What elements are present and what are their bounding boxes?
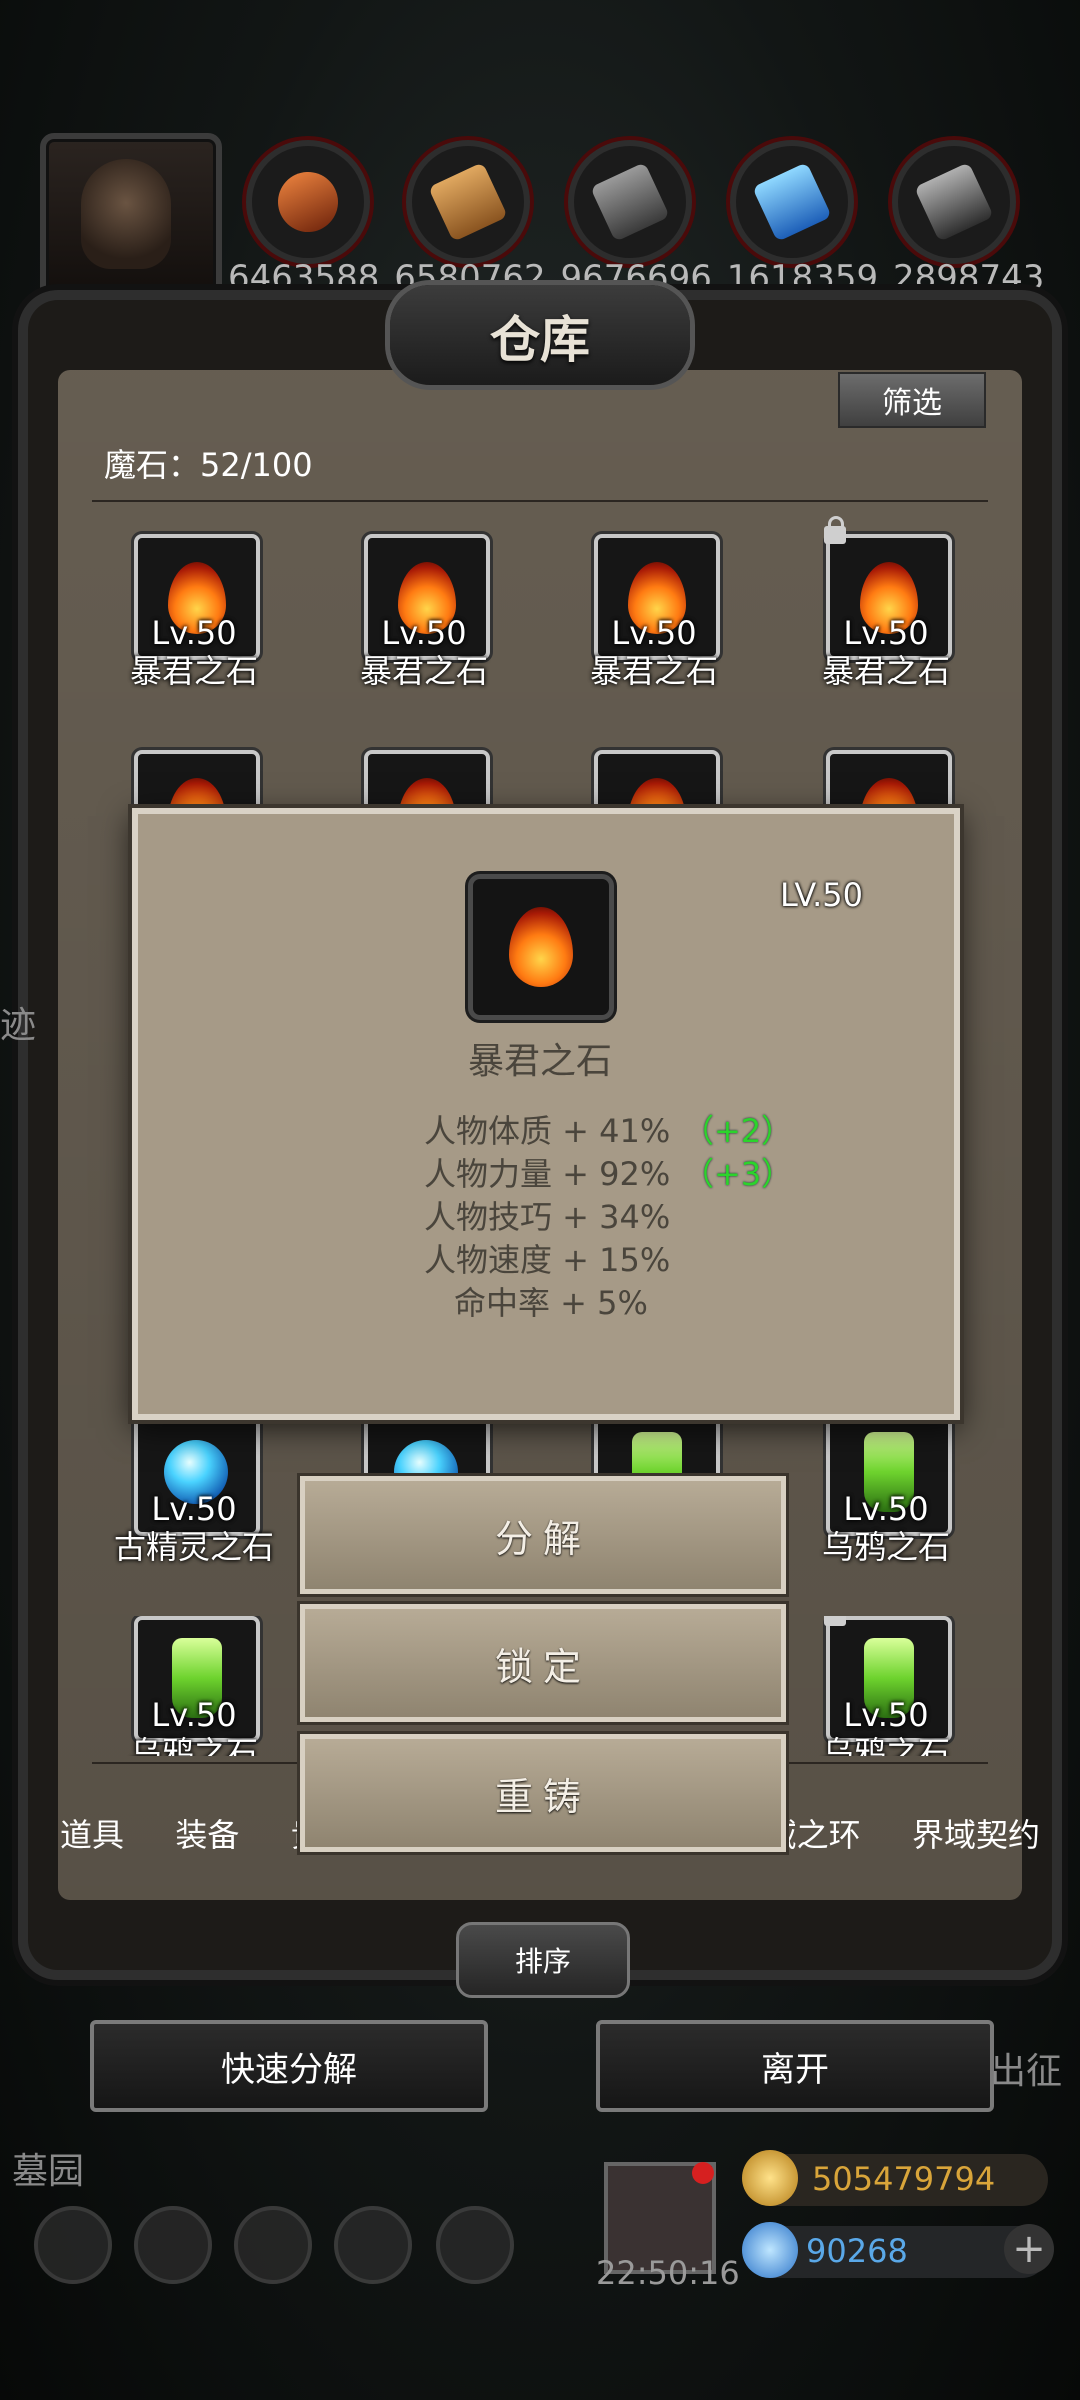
reforge-button[interactable]: 重铸 — [300, 1734, 786, 1852]
crystal-icon[interactable] — [730, 140, 854, 264]
avatar-face — [81, 159, 171, 269]
item-name: 古精灵之石 — [113, 1528, 274, 1566]
mail-icon[interactable] — [334, 2206, 412, 2284]
lock-button[interactable]: 锁定 — [300, 1604, 786, 1722]
inventory-item[interactable]: Lv.50 乌鸦之石 — [74, 1616, 314, 1756]
item-name: 暴君之石 — [589, 652, 718, 690]
inventory-item[interactable]: Lv.50 古精灵之石 — [74, 1410, 314, 1570]
add-icon[interactable]: + — [1004, 2224, 1054, 2274]
stat-bonus: （+2） — [682, 1112, 794, 1150]
leave-button[interactable]: 离开 — [596, 2020, 994, 2112]
item-name: 乌鸦之石 — [821, 1734, 950, 1756]
lock-icon — [824, 516, 846, 544]
stat-line: 人物技巧 + 34% — [424, 1198, 671, 1236]
wood-icon[interactable] — [406, 140, 530, 264]
item-name: 暴君之石 — [359, 652, 488, 690]
warehouse-title: 仓库 — [490, 310, 590, 369]
player-avatar[interactable] — [40, 133, 222, 305]
stat-line: 命中率 + 5% — [454, 1284, 648, 1322]
gem-amount: 90268 — [806, 2232, 908, 2270]
stone-count: 魔石：52/100 — [104, 446, 313, 484]
stat-line: 人物体质 + 41% — [424, 1112, 671, 1150]
inventory-item[interactable]: Lv.50 暴君之石 — [304, 534, 544, 694]
inventory-item[interactable]: Lv.50 乌鸦之石 — [766, 1410, 1006, 1570]
stat-line: 人物力量 + 92% — [424, 1155, 671, 1193]
fire-stone-icon — [509, 907, 573, 987]
popup-item-icon — [468, 874, 614, 1020]
tab-realm-contracts[interactable]: 界域契约 — [912, 1810, 1040, 1870]
resource-value: 2898743 — [893, 258, 1045, 298]
graveyard-label[interactable]: 墓园 — [12, 2142, 84, 2194]
gem-icon — [742, 2222, 798, 2278]
divider — [92, 500, 988, 502]
item-name: 乌鸦之石 — [129, 1734, 258, 1756]
castle-icon[interactable] — [234, 2206, 312, 2284]
resource-value: 1618359 — [726, 258, 879, 298]
steel-icon[interactable] — [892, 140, 1016, 264]
timer: 22:50:16 — [596, 2254, 740, 2292]
item-name: 暴君之石 — [129, 652, 258, 690]
resource-value: 6463588 — [228, 258, 380, 298]
quick-decompose-button[interactable]: 快速分解 — [90, 2020, 488, 2112]
sort-button[interactable]: 排序 — [456, 1922, 630, 1998]
inventory-item[interactable]: Lv.50 暴君之石 — [766, 516, 1006, 694]
popup-level: LV.50 — [780, 876, 863, 914]
lock-icon — [824, 1616, 846, 1626]
item-name: 乌鸦之石 — [821, 1528, 950, 1566]
gold-amount: 505479794 — [812, 2160, 996, 2198]
filter-button[interactable]: 筛选 — [838, 372, 986, 428]
gold-coin-icon — [742, 2150, 798, 2206]
expedition-label[interactable]: 出征 — [990, 2042, 1062, 2094]
stat-line: 人物速度 + 15% — [424, 1241, 671, 1279]
stat-bonus: （+3） — [682, 1155, 794, 1193]
notification-dot — [692, 2162, 714, 2184]
decompose-button[interactable]: 分解 — [300, 1476, 786, 1594]
guild-icon[interactable] — [436, 2206, 514, 2284]
tab-items[interactable]: 道具 — [60, 1810, 124, 1870]
inventory-item[interactable]: Lv.50 暴君之石 — [74, 534, 314, 694]
tab-equipment[interactable]: 装备 — [175, 1810, 239, 1870]
item-name: 暴君之石 — [821, 652, 950, 690]
star-icon[interactable] — [134, 2206, 212, 2284]
inventory-item[interactable]: Lv.50 暴君之石 — [534, 534, 774, 694]
iron-icon[interactable] — [568, 140, 692, 264]
copper-icon[interactable] — [246, 140, 370, 264]
settings-icon[interactable] — [34, 2206, 112, 2284]
side-label: 迹 — [0, 1005, 37, 1046]
inventory-item[interactable]: Lv.50 乌鸦之石 — [766, 1616, 1006, 1756]
popup-item-name: 暴君之石 — [467, 1041, 612, 1082]
